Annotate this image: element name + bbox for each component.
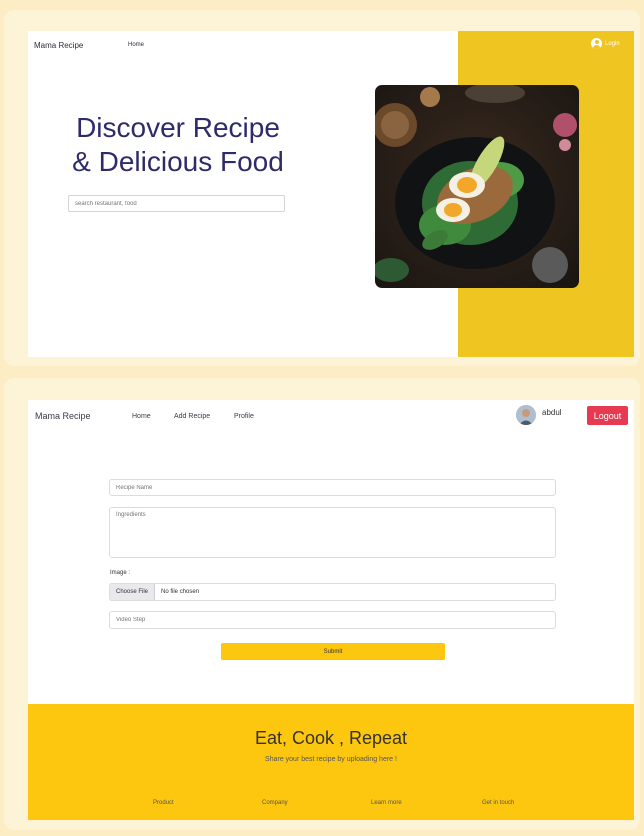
ingredients-textarea[interactable] [109,507,556,558]
username: abdul [542,408,562,417]
footer-link-get-in-touch[interactable]: Get in touch [482,800,514,806]
brand-logo[interactable]: Mama Recipe [34,41,83,50]
hero-title: Discover Recipe & Delicious Food [48,111,308,179]
image-file-input[interactable]: Choose File No file chosen [109,583,556,601]
brand-logo[interactable]: Mama Recipe [35,411,91,421]
no-file-text: No file chosen [161,589,200,595]
nav-home[interactable]: Home [128,42,144,48]
footer: Eat, Cook , Repeat Share your best recip… [28,704,634,820]
nav-profile[interactable]: Profile [234,413,254,420]
video-step-input[interactable] [109,611,556,629]
avatar[interactable] [516,405,536,425]
image-label: Image : [110,570,131,576]
hero-line-1: Discover Recipe [76,112,280,143]
user-icon [591,38,602,49]
footer-link-learn-more[interactable]: Learn more [371,800,402,806]
login-label: Login [605,40,620,47]
food-photo [375,85,579,288]
choose-file-button[interactable]: Choose File [110,584,156,600]
nav-home[interactable]: Home [132,413,151,420]
recipe-name-input[interactable] [109,479,556,496]
hero-line-2: & Delicious Food [72,146,284,177]
footer-link-company[interactable]: Company [262,800,288,806]
search-input[interactable] [68,195,285,212]
nav-add-recipe[interactable]: Add Recipe [174,413,210,420]
footer-heading: Eat, Cook , Repeat [254,728,408,748]
landing-page: Mama Recipe Home Login Discover Recipe &… [28,31,634,357]
submit-button[interactable]: Submit [221,643,445,660]
footer-subheading: Share your best recipe by uploading here… [265,756,397,763]
footer-link-product[interactable]: Product [153,800,174,806]
add-recipe-page: Mama Recipe Home Add Recipe Profile abdu… [28,400,634,820]
login-button[interactable]: Login [591,38,620,49]
logout-button[interactable]: Logout [587,406,628,425]
